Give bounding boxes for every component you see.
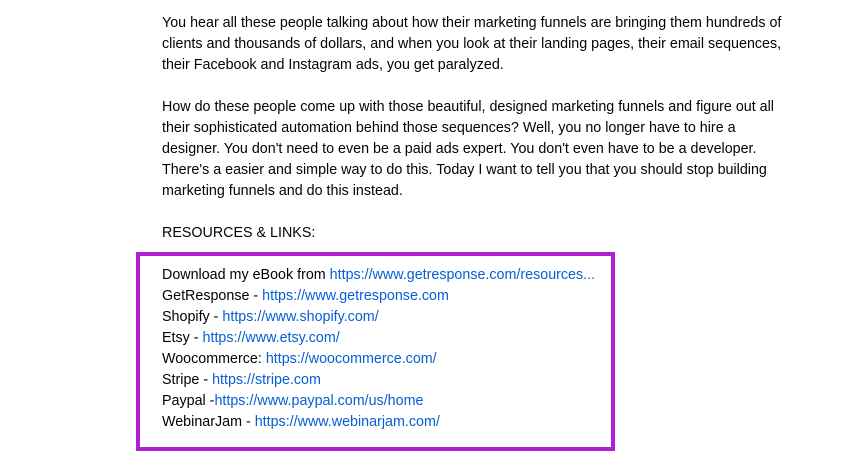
resource-link-prefix: GetResponse - (162, 288, 263, 304)
resource-link-item: Woocommerce: https://woocommerce.com/ (162, 349, 812, 370)
resource-link-prefix: Paypal - (162, 393, 215, 409)
woocommerce-link[interactable]: https://woocommerce.com/ (266, 351, 437, 367)
paypal-link[interactable]: https://www.paypal.com/us/home (214, 393, 423, 409)
paragraph-line: How do these people come up with those b… (162, 99, 774, 115)
resource-link-item: Stripe - https://stripe.com (162, 370, 812, 391)
description-paragraph-1: You hear all these people talking about … (162, 13, 812, 76)
stripe-link[interactable]: https://stripe.com (212, 372, 321, 388)
resources-heading: RESOURCES & LINKS: (162, 225, 316, 241)
resource-link-item: Download my eBook from https://www.getre… (162, 265, 812, 286)
paragraph-line: You hear all these people talking about … (162, 15, 782, 31)
shopify-link[interactable]: https://www.shopify.com/ (222, 309, 378, 325)
ebook-link[interactable]: https://www.getresponse.com/resources... (330, 267, 595, 283)
resource-link-prefix: Shopify - (162, 309, 223, 325)
webinarjam-link[interactable]: https://www.webinarjam.com/ (255, 414, 440, 430)
resource-link-prefix: Download my eBook from (162, 267, 330, 283)
paragraph-line: their Facebook and Instagram ads, you ge… (162, 57, 504, 73)
resource-link-item: Shopify - https://www.shopify.com/ (162, 307, 812, 328)
resource-link-item: WebinarJam - https://www.webinarjam.com/ (162, 412, 812, 433)
resource-link-item: Paypal -https://www.paypal.com/us/home (162, 391, 812, 412)
resource-link-prefix: Woocommerce: (162, 351, 266, 367)
paragraph-line: There's a easier and simple way to do th… (162, 162, 767, 178)
paragraph-line: marketing funnels and do this instead. (162, 183, 403, 199)
resource-link-prefix: WebinarJam - (162, 414, 255, 430)
divider-rule (162, 255, 440, 256)
resources-link-list: Download my eBook from https://www.getre… (162, 265, 812, 433)
paragraph-line: designer. You don't need to even be a pa… (162, 141, 757, 157)
getresponse-link[interactable]: https://www.getresponse.com (262, 288, 449, 304)
resource-link-item: Etsy - https://www.etsy.com/ (162, 328, 812, 349)
resource-link-item: GetResponse - https://www.getresponse.co… (162, 286, 812, 307)
etsy-link[interactable]: https://www.etsy.com/ (203, 330, 340, 346)
paragraph-line: their sophisticated automation behind th… (162, 120, 736, 136)
video-description: You hear all these people talking about … (162, 13, 812, 433)
description-paragraph-2: How do these people come up with those b… (162, 97, 812, 202)
resource-link-prefix: Stripe - (162, 372, 213, 388)
resource-link-prefix: Etsy - (162, 330, 203, 346)
resources-divider (162, 244, 812, 265)
paragraph-line: clients and thousands of dollars, and wh… (162, 36, 782, 52)
